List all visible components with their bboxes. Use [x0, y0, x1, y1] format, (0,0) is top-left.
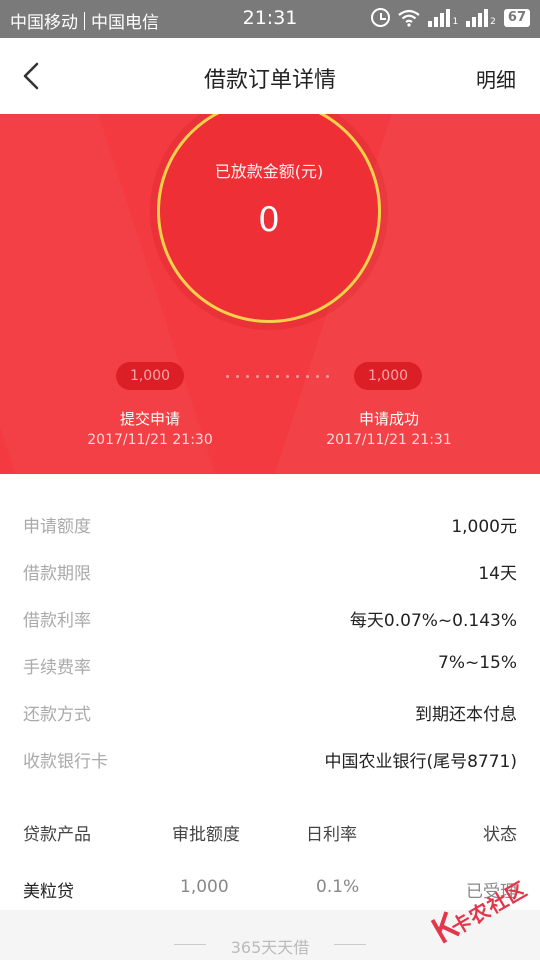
table-header-status: 状态	[483, 825, 517, 845]
detail-value: 7%~15%	[438, 653, 517, 673]
disbursed-amount-label: 已放款金额(元)	[214, 162, 324, 181]
disbursed-amount-value: 0	[258, 200, 280, 240]
detail-value: 每天0.07%~0.143%	[349, 611, 517, 631]
step-amount-badge: 1,000	[354, 362, 422, 390]
detail-key: 借款利率	[23, 611, 91, 631]
progress-dots	[226, 375, 329, 378]
status-bar: 中国移动 中国电信 21:31 1 2 67	[0, 0, 540, 38]
alarm-icon	[371, 8, 391, 27]
sim-2-tag: 2	[490, 16, 496, 27]
sim-1-tag: 1	[452, 16, 459, 27]
nav-header: 借款订单详情 明细	[0, 38, 540, 114]
step-submitted: 提交申请 2017/11/21 21:30	[70, 408, 230, 448]
detail-row-repayment: 还款方式 到期还本付息	[0, 688, 540, 735]
step-amount-badge: 1,000	[116, 362, 184, 390]
signal-1-icon: 1	[428, 8, 459, 27]
detail-key: 申请额度	[23, 517, 91, 537]
step-label: 申请成功	[358, 410, 419, 428]
table-cell-product: 美粒贷	[23, 882, 74, 902]
detail-row-fee: 手续费率 7%~15%	[0, 641, 540, 688]
wifi-icon	[398, 9, 421, 27]
detail-value: 中国农业银行(尾号8771)	[324, 752, 517, 772]
detail-key: 还款方式	[23, 705, 91, 725]
detail-value: 1,000元	[451, 517, 517, 537]
step-time: 2017/11/21 21:30	[87, 432, 213, 448]
detail-link[interactable]: 明细	[476, 64, 516, 93]
loan-summary-hero: 已放款金额(元) 0 1,000 1,000 提交申请 2017/11/21 2…	[0, 114, 540, 474]
battery-icon: 67	[503, 8, 530, 27]
footer-divider	[334, 944, 366, 945]
detail-key: 借款期限	[23, 564, 91, 584]
detail-row-amount: 申请额度 1,000元	[0, 500, 540, 547]
table-cell-approved-amount: 1,000	[180, 877, 229, 897]
table-cell-daily-rate: 0.1%	[316, 877, 360, 897]
table-header-approved-amount: 审批额度	[172, 825, 240, 845]
detail-key: 手续费率	[23, 658, 91, 678]
table-header-daily-rate: 日利率	[306, 825, 357, 845]
status-icons: 1 2 67	[371, 8, 530, 27]
signal-2-icon: 2	[466, 8, 496, 27]
detail-value: 到期还本付息	[415, 705, 517, 725]
step-time: 2017/11/21 21:31	[326, 432, 452, 448]
step-label: 提交申请	[119, 410, 180, 428]
page-title: 借款订单详情	[203, 68, 336, 93]
table-header-product: 贷款产品	[23, 825, 91, 845]
detail-row-term: 借款期限 14天	[0, 547, 540, 594]
step-approved: 申请成功 2017/11/21 21:31	[309, 408, 469, 448]
detail-key: 收款银行卡	[23, 752, 108, 772]
detail-row-bank-card: 收款银行卡 中国农业银行(尾号8771)	[0, 735, 540, 782]
detail-value: 14天	[478, 564, 517, 584]
detail-row-rate: 借款利率 每天0.07%~0.143%	[0, 594, 540, 641]
